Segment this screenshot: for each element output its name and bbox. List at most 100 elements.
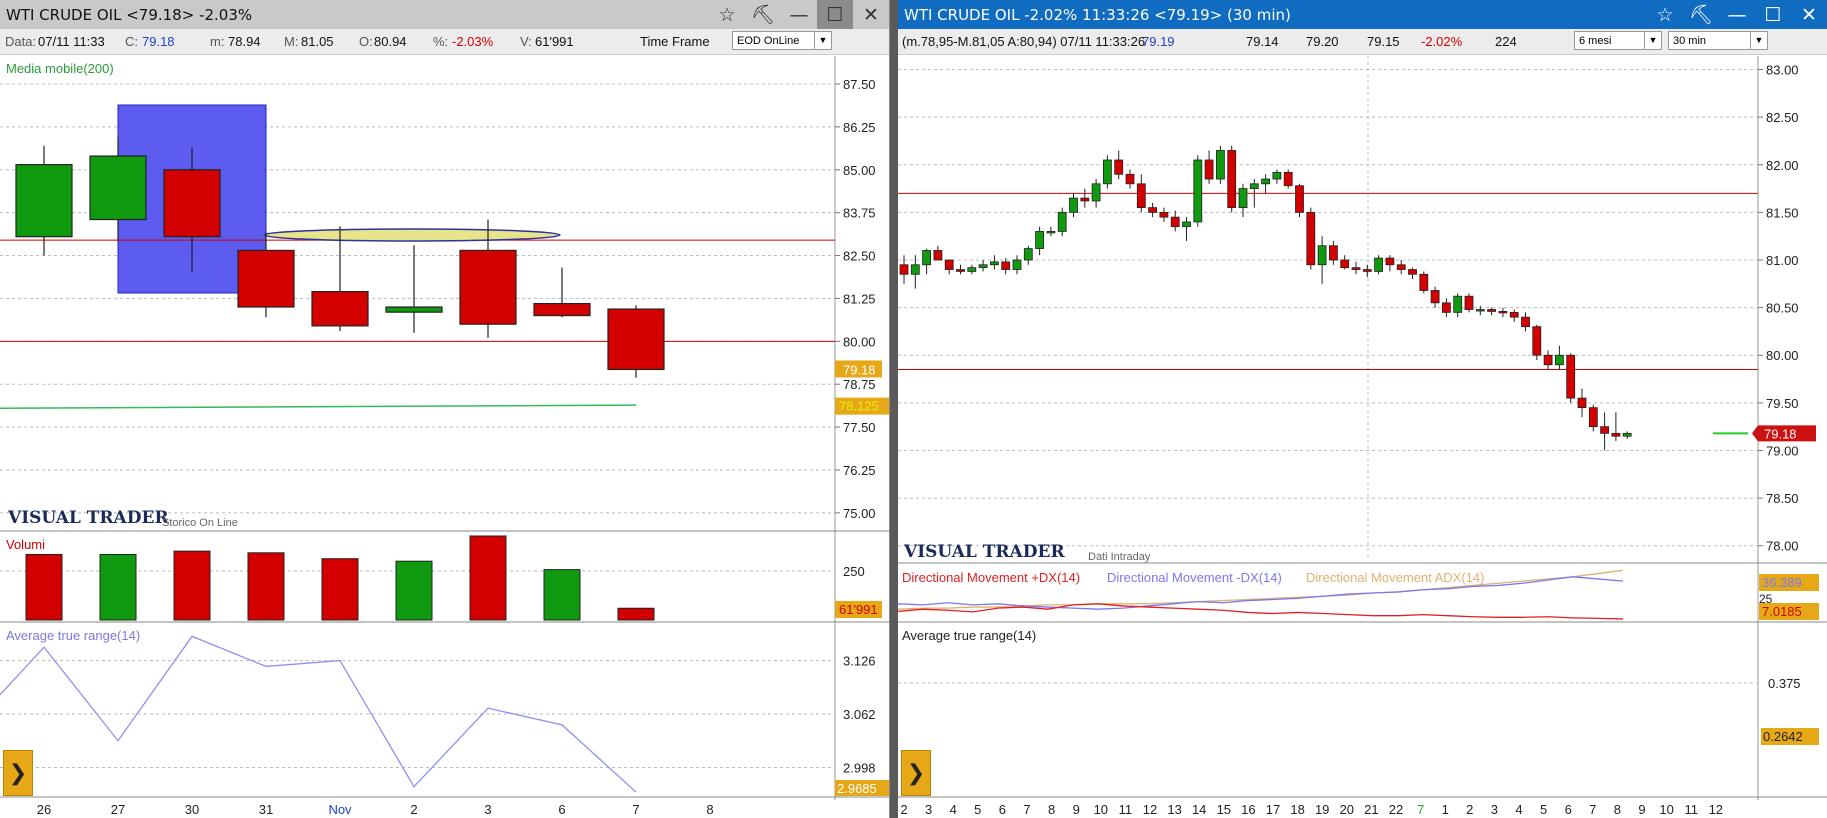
atr-badge-text: 0.2642 [1763,729,1803,744]
price-tick-label: 81.25 [843,291,876,306]
volume-bar [321,558,359,621]
x-axis-label: Nov [328,802,352,817]
x-axis-label: 7 [1023,802,1030,817]
candle-body [990,261,999,266]
candle-body [1396,264,1406,270]
expand-panel-button[interactable]: ❯ [3,750,33,796]
price-tick-label: 82.00 [1766,158,1799,173]
candle-body [311,290,369,327]
atr-badge-text: 2.9685 [837,781,877,796]
candle-body [1136,183,1146,209]
price-tick-label: 76.25 [843,463,876,478]
daily-chart-canvas[interactable]: 87.50 86.25 85.00 83.75 82.50 81.25 80.00 78.75… [0,0,889,818]
candle-body [910,264,920,275]
price-tick-label: 83.75 [843,206,876,221]
window-divider[interactable] [889,0,898,818]
candle-body [1442,302,1451,313]
atr-tick-label: 2.998 [843,760,876,775]
candle-body [607,308,665,371]
candle-body [922,250,932,266]
x-axis-label: 5 [974,802,981,817]
volume-bar [99,553,137,621]
intraday-chart-canvas[interactable]: 83.00 82.50 82.00 81.50 81.00 80.50 80.00 79.50… [898,0,1827,818]
atr-label: Average true range(14) [6,628,140,643]
x-axis-label: 8 [1614,802,1621,817]
x-axis-label: 5 [1540,802,1547,817]
candle-body [1001,261,1011,270]
candle-body [1509,311,1519,318]
intraday-chart-window: WTI CRUDE OIL -2.02% 11:33:26 <79.19> (3… [898,0,1827,818]
ma-label: Media mobile(200) [6,61,114,76]
ma-badge-text: 78.125 [839,399,879,414]
price-tick-label: 79.50 [1766,396,1799,411]
candle-body [1182,221,1191,228]
candle-body [933,250,943,261]
x-axis-label: 17 [1266,802,1280,817]
candle-body [1566,354,1576,399]
x-axis-label: 31 [259,802,273,817]
candle-body [1102,159,1112,185]
price-tick-label: 77.50 [843,420,876,435]
volume-badge-text: 61'991 [839,602,878,617]
x-axis-label: 12 [1709,802,1723,817]
candle-body [1362,269,1372,272]
volume-bar [395,560,433,621]
x-axis-label: 7 [1589,802,1596,817]
volume-bar [617,607,655,621]
candle-body [1555,354,1564,366]
candle-body [1385,257,1395,266]
candle-body [1577,397,1587,409]
candle-body [89,155,147,221]
candle-body [1035,231,1045,249]
candle-body [1249,183,1259,189]
dm-badge-text: 7.0185 [1762,604,1802,619]
x-axis-label: 30 [185,802,199,817]
atr-tick-label: 0.375 [1768,676,1801,691]
candle-body [1306,211,1316,266]
price-tick-label: 81.50 [1766,205,1799,220]
x-axis-label: 14 [1192,802,1206,817]
candle-body [1261,178,1271,185]
x-axis-label: 11 [1119,802,1133,817]
x-axis-label: 15 [1217,802,1231,817]
candle-body [1453,295,1463,313]
candle-body [956,269,965,272]
candle-body [1622,432,1632,437]
candle-body [1430,290,1440,304]
candle-body [944,259,954,270]
candle-body [1057,211,1067,232]
candle-body [1069,197,1078,213]
x-axis-label: 10 [1094,802,1108,817]
candle-body [237,249,295,308]
candle-body [1498,311,1508,314]
candle-body [1611,432,1621,437]
volume-tick-label: 250 [843,564,865,579]
candle-body [1080,197,1090,202]
candle-body [978,264,988,269]
x-axis-label: 4 [950,802,957,817]
candle-body [15,164,73,238]
price-tick-label: 80.00 [843,334,876,349]
candle-body [1283,171,1293,187]
price-badge-text: 79.18 [1764,426,1797,441]
candle-body [1215,150,1225,180]
candle-body [163,169,221,238]
candle-body [1091,183,1101,202]
x-axis-label: 2 [900,802,907,817]
volume-bar [25,553,63,621]
candle-body [1023,248,1033,261]
price-tick-label: 87.50 [843,77,876,92]
candle-body [1487,309,1496,312]
price-tick-label: 83.00 [1766,63,1799,78]
candle-body [1419,273,1429,291]
x-axis-label: 2 [410,802,417,817]
price-tick-label: 82.50 [843,249,876,264]
atr-tick-label: 3.062 [843,707,876,722]
candle-body [1012,259,1022,270]
candle-body [1170,216,1180,228]
candle-body [1046,231,1056,234]
x-axis-label: 2 [1466,802,1473,817]
expand-panel-button[interactable]: ❯ [901,750,931,796]
x-axis-label: 12 [1143,802,1157,817]
atr-label: Average true range(14) [902,628,1036,643]
